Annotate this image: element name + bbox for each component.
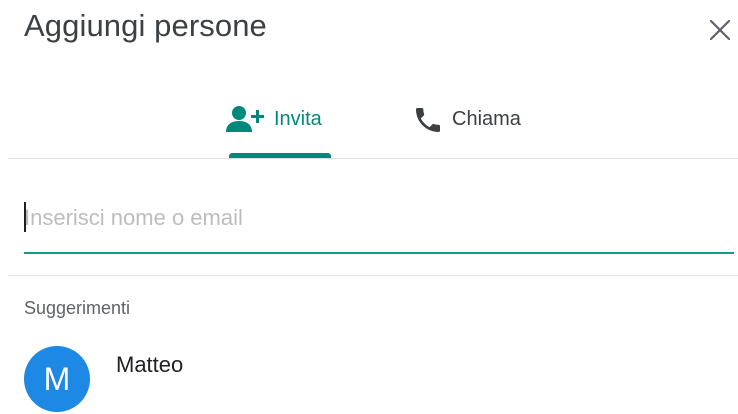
person-add-icon <box>226 106 264 132</box>
tab-call[interactable]: Chiama <box>412 90 552 158</box>
search-input[interactable] <box>24 196 734 240</box>
avatar: M <box>24 346 90 412</box>
suggestion-name: Matteo <box>116 352 184 377</box>
section-divider <box>8 275 738 276</box>
close-icon <box>709 19 731 41</box>
suggestions-heading: Suggerimenti <box>24 298 131 318</box>
add-people-dialog: Aggiungi persone Invita Chiama Su <box>0 0 738 414</box>
suggestion-item[interactable]: M Matteo <box>24 346 714 414</box>
tab-invite-label: Invita <box>274 108 322 130</box>
tab-invite[interactable]: Invita <box>226 90 334 158</box>
search-field[interactable] <box>24 196 734 254</box>
tab-call-label: Chiama <box>452 108 521 130</box>
phone-icon <box>416 108 440 132</box>
tabs-divider <box>8 158 738 159</box>
close-button[interactable] <box>700 10 738 50</box>
dialog-title: Aggiungi persone <box>24 8 267 43</box>
tab-bar: Invita Chiama <box>0 90 738 158</box>
text-caret <box>24 202 26 232</box>
